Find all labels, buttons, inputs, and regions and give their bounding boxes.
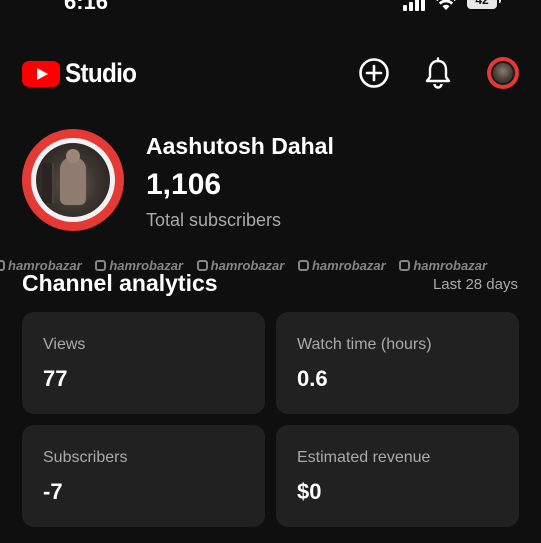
- subscriber-label: Total subscribers: [146, 210, 282, 230]
- account-avatar-image: [491, 61, 515, 85]
- bell-icon: [425, 57, 451, 89]
- add-circle-icon: [359, 58, 389, 88]
- card-label: Subscribers: [43, 449, 128, 466]
- status-bar: 6:16 42: [0, 0, 541, 14]
- watermark-text: hamrobazar: [210, 258, 285, 273]
- youtube-logo-icon: [22, 60, 60, 87]
- card-label: Watch time (hours): [297, 336, 432, 353]
- notifications-button[interactable]: [421, 56, 455, 90]
- battery-icon: 42: [467, 0, 501, 9]
- youtube-studio-logo[interactable]: Studio: [22, 58, 144, 89]
- status-time: 6:16: [64, 0, 109, 14]
- watch-time-card[interactable]: Watch time (hours) 0.6: [276, 312, 519, 414]
- estimated-revenue-card[interactable]: Estimated revenue $0: [276, 425, 519, 527]
- wifi-icon: [436, 0, 456, 10]
- channel-name: Aashutosh Dahal: [146, 133, 334, 159]
- views-card[interactable]: Views 77: [22, 312, 265, 414]
- cellular-signal-icon: [403, 0, 425, 11]
- card-label: Estimated revenue: [297, 449, 431, 466]
- card-value: $0: [297, 479, 322, 504]
- create-button[interactable]: [357, 56, 391, 90]
- subscribers-card[interactable]: Subscribers -7: [22, 425, 265, 527]
- status-icons: 42: [403, 0, 501, 11]
- logo-text: Studio: [65, 58, 137, 88]
- card-value: -7: [43, 479, 63, 504]
- watermark-text: hamrobazar: [413, 258, 488, 273]
- card-label: Views: [43, 336, 86, 353]
- analytics-date-range: Last 28 days: [432, 276, 518, 293]
- subscriber-count: 1,106: [146, 168, 222, 201]
- analytics-title: Channel analytics: [22, 270, 218, 296]
- watermark-text: hamrobazar: [311, 258, 386, 273]
- card-value: 0.6: [297, 366, 328, 391]
- app-header: Studio: [0, 50, 541, 96]
- account-avatar[interactable]: [487, 57, 519, 89]
- channel-avatar-image: [36, 143, 110, 217]
- channel-avatar[interactable]: [22, 129, 124, 231]
- card-value: 77: [43, 366, 68, 391]
